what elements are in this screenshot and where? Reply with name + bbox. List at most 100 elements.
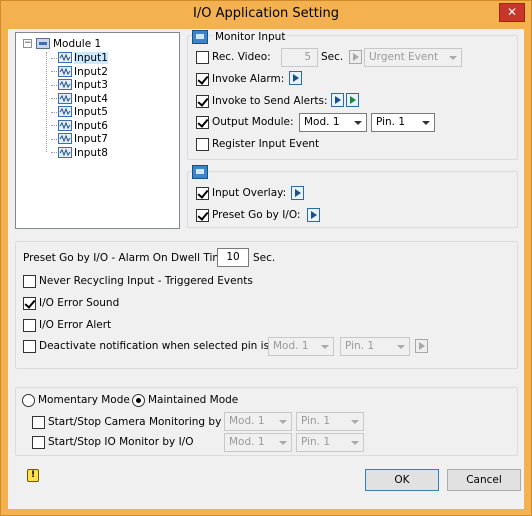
checkbox-label: Preset Go by I/O:: [212, 209, 301, 221]
window-title: I/O Application Setting: [193, 6, 339, 21]
close-button[interactable]: ✕: [499, 3, 525, 22]
tree-item-input[interactable]: Input4: [51, 92, 108, 106]
rec-video-checkbox[interactable]: Rec. Video:: [196, 49, 271, 65]
tree-item-input[interactable]: Input2: [51, 65, 108, 79]
error-sound-checkbox[interactable]: I/O Error Sound: [23, 295, 119, 311]
radio-label: Maintained Mode: [148, 394, 239, 406]
checkbox-label: Register Input Event: [212, 138, 320, 150]
deactivate-module-select[interactable]: Mod. 1: [268, 337, 334, 356]
checkbox-box: [196, 208, 209, 222]
select-value: Pin. 1: [301, 436, 331, 448]
output-module-checkbox[interactable]: Output Module:: [196, 114, 294, 130]
output-pin-select[interactable]: Pin. 1: [371, 113, 435, 132]
input-signal-icon: [58, 79, 72, 90]
checkbox-label: Input Overlay:: [212, 187, 287, 199]
tree-item-label: Input1: [74, 52, 108, 64]
maintained-mode-radio[interactable]: Maintained Mode: [132, 392, 238, 408]
select-value: Pin. 1: [345, 340, 375, 352]
checkbox-box: [196, 72, 209, 86]
camera-pin-select[interactable]: Pin. 1: [296, 412, 364, 431]
never-recycling-checkbox[interactable]: Never Recycling Input - Triggered Events: [23, 273, 253, 289]
dialog-client: − Module 1 Input1 Input2 Input3 Input4 Input…: [8, 29, 524, 509]
chevron-down-icon: [351, 441, 359, 445]
tree-connector: [51, 125, 57, 126]
radio-label: Momentary Mode: [38, 394, 130, 406]
tree-item-module[interactable]: Module 1: [36, 37, 101, 51]
chevron-down-icon: [279, 420, 287, 424]
camera-module-select[interactable]: Mod. 1: [224, 412, 292, 431]
tree-item-input[interactable]: Input3: [51, 78, 108, 92]
dwell-time-input[interactable]: 10: [217, 248, 249, 267]
tree-connector: [51, 57, 57, 59]
dwell-time-unit: Sec.: [253, 252, 276, 264]
ok-button[interactable]: OK: [365, 469, 439, 491]
select-value: Pin. 1: [376, 116, 406, 128]
module-tree[interactable]: − Module 1 Input1 Input2 Input3 Input4 Input…: [15, 32, 180, 229]
dwell-time-label: Preset Go by I/O - Alarm On Dwell Time:: [23, 252, 233, 264]
deactivate-play-icon[interactable]: [415, 339, 428, 353]
momentary-mode-radio[interactable]: Momentary Mode: [22, 392, 130, 408]
input-overlay-checkbox[interactable]: Input Overlay:: [196, 185, 286, 201]
tree-item-input[interactable]: Input5: [51, 105, 108, 119]
tree-item-input[interactable]: Input1: [51, 51, 108, 65]
tree-connector: [46, 52, 47, 152]
rec-video-seconds-input[interactable]: 5: [281, 48, 318, 67]
play-icon[interactable]: [349, 50, 362, 64]
deactivate-pin-select[interactable]: Pin. 1: [340, 337, 410, 356]
register-event-checkbox[interactable]: Register Input Event: [196, 136, 319, 152]
tree-connector: [51, 111, 57, 113]
input-overlay-play-icon[interactable]: [291, 186, 304, 200]
io-monitor-checkbox[interactable]: Start/Stop IO Monitor by I/O: [32, 434, 193, 450]
tree-item-input[interactable]: Input6: [51, 119, 108, 133]
tree-item-label: Input3: [74, 79, 108, 91]
title-bar[interactable]: I/O Application Setting ✕: [1, 1, 531, 29]
error-alert-checkbox[interactable]: I/O Error Alert: [23, 317, 111, 333]
select-value: Mod. 1: [229, 415, 265, 427]
checkbox-label: Never Recycling Input - Triggered Events: [39, 275, 253, 287]
checkbox-label: Rec. Video:: [212, 51, 271, 63]
checkbox-box: [23, 296, 36, 310]
tree-item-input[interactable]: Input8: [51, 146, 108, 160]
input-signal-icon: [58, 65, 72, 77]
collapse-icon[interactable]: −: [23, 39, 32, 48]
tree-item-input[interactable]: Input7: [51, 132, 108, 146]
checkbox-box: [196, 186, 209, 200]
cancel-button[interactable]: Cancel: [447, 469, 521, 491]
radio-circle: [22, 393, 35, 407]
checkbox-box: [196, 50, 209, 64]
checkbox-box: [23, 274, 36, 288]
tree-item-label: Input6: [74, 119, 108, 132]
invoke-alarm-play-icon[interactable]: [289, 71, 302, 85]
tree-connector: [51, 98, 57, 99]
radio-circle: [132, 393, 145, 407]
invoke-alerts-play-icon[interactable]: [331, 93, 344, 107]
io-monitor-pin-select[interactable]: Pin. 1: [296, 433, 364, 452]
checkbox-label: Invoke Alarm:: [212, 73, 285, 85]
chevron-down-icon: [422, 121, 430, 125]
output-module-select[interactable]: Mod. 1: [299, 113, 367, 132]
tree-item-label: Input4: [74, 92, 108, 105]
warning-icon[interactable]: !: [27, 469, 39, 482]
invoke-alerts-send-icon[interactable]: [346, 93, 359, 107]
select-value: Mod. 1: [304, 116, 340, 128]
dialog-window: I/O Application Setting ✕ − Module 1 Inp…: [0, 0, 532, 516]
invoke-alerts-checkbox[interactable]: Invoke to Send Alerts:: [196, 93, 328, 109]
camera-monitoring-checkbox[interactable]: Start/Stop Camera Monitoring by I/O: [32, 414, 240, 430]
tree-connector: [51, 138, 57, 140]
event-select[interactable]: Urgent Event: [364, 48, 462, 67]
chevron-down-icon: [351, 420, 359, 424]
checkbox-box: [32, 435, 45, 449]
deactivate-checkbox[interactable]: Deactivate notification when selected pi…: [23, 338, 289, 354]
checkbox-box: [196, 94, 209, 108]
checkbox-label: Start/Stop IO Monitor by I/O: [48, 436, 194, 448]
invoke-alarm-checkbox[interactable]: Invoke Alarm:: [196, 71, 284, 87]
io-monitor-module-select[interactable]: Mod. 1: [224, 433, 292, 452]
preset-go-play-icon[interactable]: [307, 208, 320, 222]
preset-go-checkbox[interactable]: Preset Go by I/O:: [196, 207, 300, 223]
tree-item-label: Module 1: [53, 38, 102, 50]
overlay-group-icon: [192, 165, 208, 179]
seconds-unit: Sec.: [321, 51, 344, 63]
checkbox-box: [32, 415, 45, 429]
chevron-down-icon: [354, 121, 362, 125]
select-value: Mod. 1: [229, 436, 265, 448]
